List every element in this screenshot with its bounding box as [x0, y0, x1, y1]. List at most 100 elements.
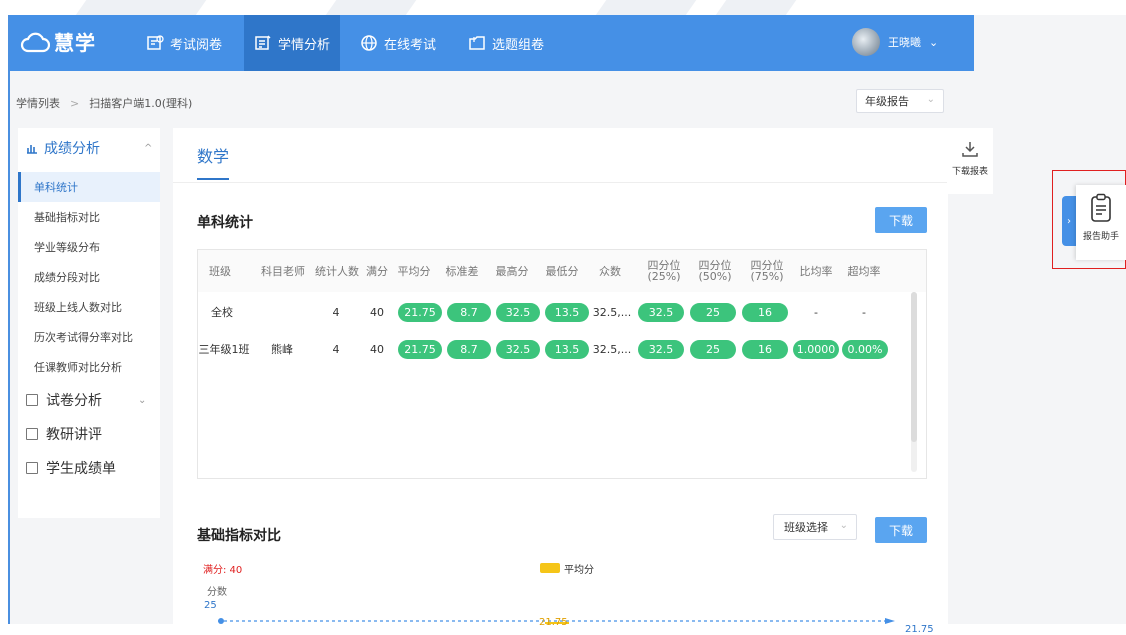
app-logo[interactable]: 慧学: [20, 27, 96, 56]
nav-learning-analysis[interactable]: 学情分析: [244, 15, 341, 71]
clipboard-icon: [1091, 193, 1111, 222]
download-report-button[interactable]: 下载报表: [947, 128, 993, 194]
download-button[interactable]: 下载: [875, 207, 927, 233]
subject-tab-underline: [197, 178, 229, 180]
cell-full-score: 40: [370, 305, 384, 319]
section-title-single-subject: 单科统计: [197, 215, 253, 231]
cell-max: 32.5: [496, 340, 540, 359]
sidebar-item-label: 历次考试得分率对比: [34, 331, 133, 344]
divider: [173, 182, 948, 183]
cell-ratio: 1.0000: [793, 340, 839, 359]
exam-icon: [147, 35, 164, 50]
cell-mode: 32.5,...: [592, 305, 632, 319]
sidebar-item-single-subject[interactable]: 单科统计: [18, 172, 160, 202]
legend-label: 平均分: [564, 565, 594, 576]
report-type-select[interactable]: 年级报告 ⌄: [856, 89, 944, 113]
sidebar-item-class-online-count[interactable]: 班级上线人数对比: [18, 292, 160, 322]
globe-icon: [361, 35, 377, 51]
chevron-right-icon: ›: [1067, 215, 1071, 227]
cell-min: 13.5: [545, 303, 589, 322]
column-header: 班级: [209, 264, 231, 278]
sidebar-group-label: 教研讲评: [46, 427, 102, 443]
cell-max: 32.5: [496, 303, 540, 322]
report-type-value: 年级报告: [865, 95, 909, 108]
chevron-down-icon: ⌄: [839, 520, 848, 531]
cell-min: 13.5: [545, 340, 589, 359]
cell-std: 8.7: [447, 340, 491, 359]
cell-class: 全校: [211, 306, 233, 319]
nav-label: 选题组卷: [492, 37, 545, 53]
class-select[interactable]: 班级选择 ⌄: [773, 514, 857, 540]
sidebar-group-score-analysis[interactable]: 成绩分析 ^: [26, 138, 152, 158]
cell-over-average: 0.00%: [842, 340, 888, 359]
bar-chart-icon: [27, 145, 37, 154]
sidebar-item-label: 单科统计: [34, 181, 78, 194]
folder-icon: [469, 36, 485, 50]
cell-q75: 16: [742, 303, 788, 322]
sidebar-item-score-bands[interactable]: 成绩分段对比: [18, 262, 160, 292]
column-header: 最高分: [495, 264, 529, 278]
report-assistant-button[interactable]: 报告助手: [1076, 185, 1126, 260]
sidebar-item-grade-distribution[interactable]: 学业等级分布: [18, 232, 160, 262]
column-header: 最低分: [545, 264, 579, 278]
nav-label: 在线考试: [384, 37, 437, 53]
sidebar-group-student-report[interactable]: 学生成绩单: [26, 458, 116, 478]
assistant-collapse-toggle[interactable]: ›: [1062, 196, 1076, 246]
breadcrumb-root[interactable]: 学情列表: [16, 95, 60, 111]
sidebar-item-label: 成绩分段对比: [34, 271, 100, 284]
analysis-icon: [255, 35, 271, 50]
download-report-label: 下载报表: [951, 167, 988, 177]
sidebar-item-label: 班级上线人数对比: [34, 301, 122, 314]
sidebar-item-historical-score-rate[interactable]: 历次考试得分率对比: [18, 322, 160, 352]
nav-question-compose[interactable]: 选题组卷: [458, 15, 554, 71]
cell-count: 4: [332, 305, 340, 319]
document-icon: [26, 428, 38, 440]
legend-swatch: [540, 563, 560, 573]
download-button[interactable]: 下载: [875, 517, 927, 543]
cell-class: 三年级1班: [198, 343, 250, 356]
cell-count: 4: [332, 342, 340, 356]
sidebar-group-label: 成绩分析: [44, 141, 100, 157]
sidebar-item-teacher-comparison[interactable]: 任课教师对比分析: [18, 352, 160, 382]
document-icon: [26, 462, 38, 474]
cell-full-score: 40: [370, 342, 384, 356]
breadcrumb-current: 扫描客户端1.0(理科): [89, 97, 193, 110]
sidebar-group-label: 试卷分析: [46, 393, 102, 409]
monitor-icon: [26, 394, 38, 406]
cell-ratio: -: [814, 305, 818, 319]
column-header: 四分位 (75%): [750, 259, 784, 283]
y-axis-label: 分数: [207, 587, 227, 598]
cell-q75: 16: [742, 340, 788, 359]
sidebar-group-paper-analysis[interactable]: 试卷分析 ⌄: [26, 390, 146, 410]
column-header: 四分位 (50%): [698, 259, 732, 283]
breadcrumb-separator-icon: >: [70, 96, 80, 110]
subject-tab[interactable]: 数学: [197, 143, 229, 167]
line-value-label: 21.75: [905, 624, 934, 635]
column-header: 科目老师: [261, 264, 305, 278]
main-content: 数学 单科统计 下载 班级 科目老师 统计人数 满分 平均分 标准差 最高分 最…: [173, 128, 948, 635]
cell-average: 21.75: [398, 303, 442, 322]
chevron-up-icon: ^: [144, 142, 153, 154]
sidebar-group-label: 学生成绩单: [46, 461, 116, 477]
user-menu[interactable]: 王晓曦 ⌄: [852, 28, 938, 56]
sidebar-item-label: 任课教师对比分析: [34, 361, 122, 374]
sidebar-item-basic-indicators[interactable]: 基础指标对比: [18, 202, 160, 232]
nav-exam-marking[interactable]: 考试阅卷: [136, 15, 232, 71]
cloud-logo-icon: [20, 32, 50, 52]
full-score-label: 满分: 40: [203, 565, 243, 576]
cell-teacher: 熊峰: [271, 343, 293, 356]
nav-online-exam[interactable]: 在线考试: [350, 15, 446, 71]
chevron-down-icon: ⌄: [138, 394, 147, 406]
top-navbar: 慧学 考试阅卷 学情分析 在线考试 选题组卷 王晓曦 ⌄: [10, 15, 974, 71]
sidebar-group-teaching-review[interactable]: 教研讲评: [26, 424, 102, 444]
column-header: 满分: [366, 264, 388, 278]
table-header: 班级 科目老师 统计人数 满分 平均分 标准差 最高分 最低分 众数 四分位 (…: [198, 250, 926, 292]
column-header: 众数: [599, 264, 621, 278]
sidebar-item-label: 基础指标对比: [34, 211, 100, 224]
cell-average: 21.75: [398, 340, 442, 359]
chevron-down-icon: ⌄: [929, 35, 939, 49]
nav-label: 学情分析: [278, 37, 331, 53]
nav-label: 考试阅卷: [170, 37, 223, 53]
table-scrollbar-thumb[interactable]: [911, 292, 917, 442]
sidebar-item-label: 学业等级分布: [34, 241, 100, 254]
